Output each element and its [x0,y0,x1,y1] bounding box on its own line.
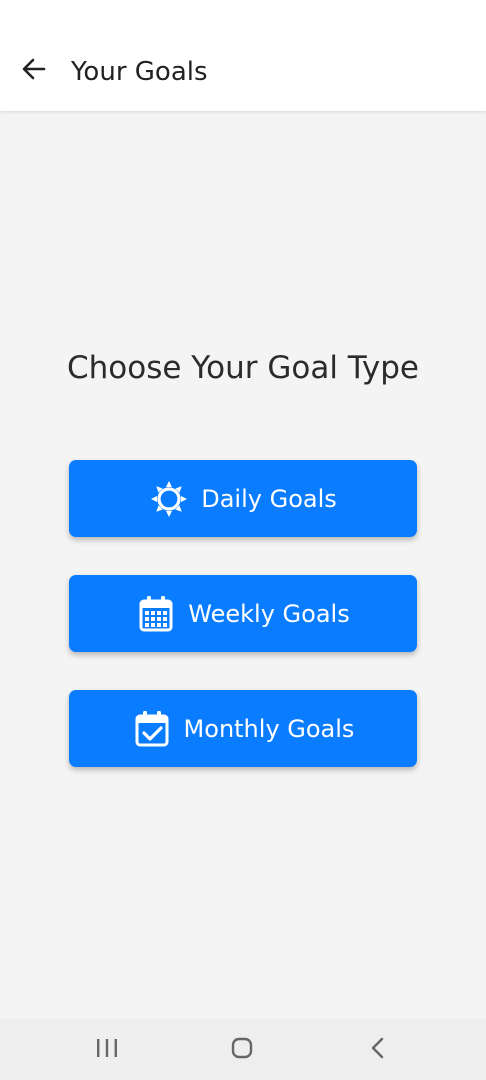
page-title: Your Goals [71,57,208,87]
calendar-grid-icon [136,594,176,634]
app-bar: Your Goals [0,0,486,111]
monthly-goals-label: Monthly Goals [183,714,355,743]
sun-icon [149,479,189,519]
weekly-goals-label: Weekly Goals [188,599,350,628]
monthly-goals-button[interactable]: Monthly Goals [69,690,417,767]
arrow-left-icon [21,56,47,86]
nav-back-button[interactable] [348,1019,408,1080]
system-nav-bar [0,1019,486,1080]
goal-type-heading: Choose Your Goal Type [67,350,419,386]
daily-goals-label: Daily Goals [201,484,337,513]
back-button[interactable] [14,50,54,92]
recent-apps-icon [95,1037,119,1063]
weekly-goals-button[interactable]: Weekly Goals [69,575,417,652]
recent-apps-button[interactable] [77,1019,137,1080]
home-button[interactable] [212,1019,272,1080]
home-icon [230,1036,254,1064]
nav-back-icon [368,1036,388,1064]
daily-goals-button[interactable]: Daily Goals [69,460,417,537]
calendar-check-icon [132,709,172,749]
